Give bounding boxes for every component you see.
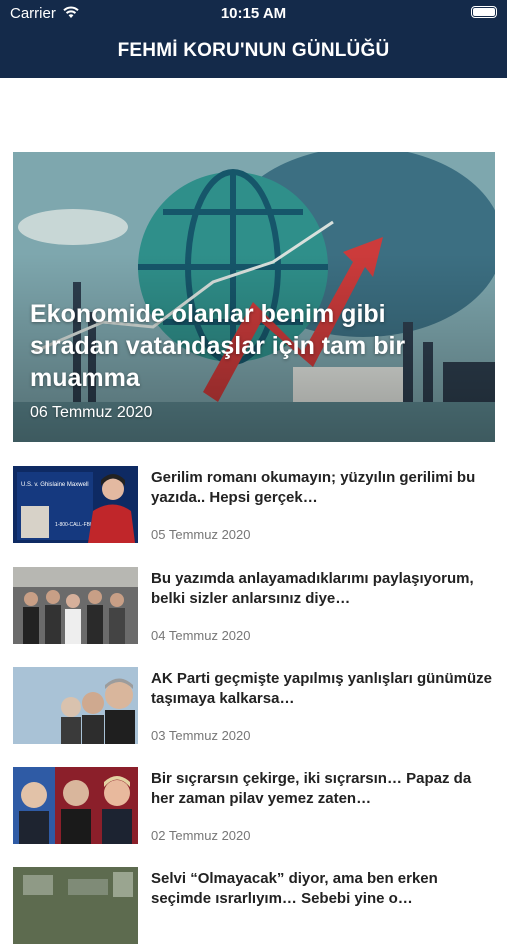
- article-thumbnail: [13, 667, 138, 744]
- article-date: 03 Temmuz 2020: [151, 728, 251, 743]
- thumbnail-phone: 1-800-CALL-FBI: [55, 522, 91, 528]
- status-bar: Carrier 10:15 AM: [0, 0, 507, 28]
- article-title: Bu yazımda anlayamadıklarımı paylaşıyoru…: [151, 570, 474, 607]
- article-item[interactable]: AK Parti geçmişte yapılmış yanlışları gü…: [13, 667, 495, 747]
- battery-icon: [471, 6, 497, 18]
- article-title: Gerilim romanı okumayın; yüzyılın gerili…: [151, 469, 476, 506]
- featured-image-shade: [13, 152, 495, 442]
- article-item[interactable]: Bu yazımda anlayamadıklarımı paylaşıyoru…: [13, 567, 495, 647]
- featured-article[interactable]: Ekonomide olanlar benim gibi sıradan vat…: [13, 152, 495, 442]
- thumbnail-caption: U.S. v. Ghislaine Maxwell: [21, 482, 89, 488]
- featured-date: 06 Temmuz 2020: [30, 404, 153, 421]
- app-header: Carrier 10:15 AM FEHMİ KORU'NUN GÜNLÜĞÜ: [0, 0, 507, 78]
- article-thumbnail: U.S. v. Ghislaine Maxwell 1-800-CALL-FBI: [13, 466, 138, 543]
- article-thumbnail: [13, 767, 138, 844]
- article-title: Selvi “Olmayacak” diyor, ama ben erken s…: [151, 870, 438, 907]
- featured-title: Ekonomide olanlar benim gibi sıradan vat…: [30, 300, 406, 392]
- article-item[interactable]: Bir sıçrarsın çekirge, iki sıçrarsın… Pa…: [13, 767, 495, 847]
- page-title: FEHMİ KORU'NUN GÜNLÜĞÜ: [117, 40, 390, 61]
- article-item[interactable]: Selvi “Olmayacak” diyor, ama ben erken s…: [13, 867, 495, 947]
- article-thumbnail: [13, 867, 138, 944]
- article-title: Bir sıçrarsın çekirge, iki sıçrarsın… Pa…: [151, 770, 472, 807]
- article-date: 04 Temmuz 2020: [151, 628, 251, 643]
- clock: 10:15 AM: [220, 5, 287, 22]
- article-title: AK Parti geçmişte yapılmış yanlışları gü…: [151, 670, 492, 707]
- article-item[interactable]: U.S. v. Ghislaine Maxwell 1-800-CALL-FBI…: [13, 466, 495, 546]
- article-date: 02 Temmuz 2020: [151, 828, 251, 843]
- article-date: 05 Temmuz 2020: [151, 527, 251, 542]
- article-thumbnail: [13, 567, 138, 644]
